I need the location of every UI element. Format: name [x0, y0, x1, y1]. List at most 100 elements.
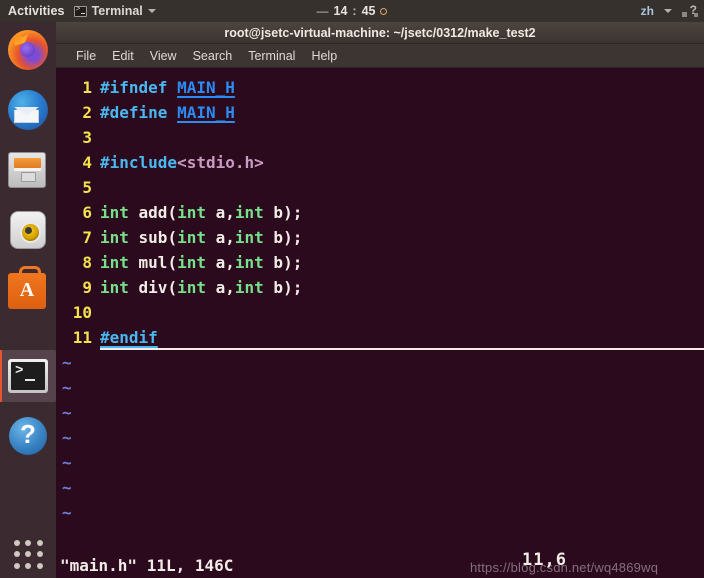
dock-item-thunderbird[interactable]: [8, 90, 48, 130]
code-token: a,: [205, 278, 235, 297]
line-number: 8: [82, 253, 92, 272]
grid-dot: [36, 562, 43, 569]
code-token: int: [234, 278, 264, 297]
menu-bar: File Edit View Search Terminal Help: [56, 44, 704, 68]
code-line: 10: [56, 300, 704, 325]
code-text: int sub(int a,int b);: [100, 225, 302, 250]
vim-text-buffer[interactable]: 1 #ifndef MAIN_H 2 #define MAIN_H 3 4 #include…: [56, 69, 704, 552]
line-number: 3: [82, 128, 92, 147]
terminal-window: root@jsetc-virtual-machine: ~/jsetc/0312…: [56, 22, 704, 578]
files-icon: [8, 152, 46, 188]
code-token: a,: [205, 203, 235, 222]
menu-item-search[interactable]: Search: [185, 47, 241, 65]
code-token: int: [100, 203, 129, 222]
code-text: int div(int a,int b);: [100, 275, 302, 300]
empty-line-marker: ~: [62, 478, 72, 497]
code-text: #ifndef MAIN_H: [100, 75, 235, 100]
menu-item-help[interactable]: Help: [303, 47, 345, 65]
empty-line-marker: ~: [62, 428, 72, 447]
activities-button[interactable]: Activities: [0, 4, 74, 18]
code-text: int add(int a,int b);: [100, 200, 302, 225]
empty-line-marker: ~: [62, 353, 72, 372]
chevron-down-icon: [147, 9, 156, 13]
empty-line-marker: ~: [62, 403, 72, 422]
clock-minutes: 45: [361, 4, 376, 18]
dock-item-files[interactable]: [8, 150, 48, 190]
terminal-icon: [8, 359, 48, 393]
code-token: MAIN_H: [177, 103, 235, 122]
window-title-bar[interactable]: root@jsetc-virtual-machine: ~/jsetc/0312…: [56, 22, 704, 44]
code-line: 3: [56, 125, 704, 150]
code-token: MAIN_H: [177, 78, 235, 97]
line-number: 7: [82, 228, 92, 247]
dock-item-terminal[interactable]: [0, 350, 56, 402]
code-line: 6 int add(int a,int b);: [56, 200, 704, 225]
menu-item-file[interactable]: File: [68, 47, 104, 65]
ubuntu-dock: [0, 22, 56, 578]
dock-item-rhythmbox[interactable]: [8, 210, 48, 250]
grid-dot: [36, 540, 43, 546]
code-token: #include: [100, 153, 178, 172]
code-token: int: [234, 253, 264, 272]
indicator-square-2: [694, 13, 698, 17]
code-line: 4 #include<stdio.h>: [56, 150, 704, 175]
code-token: div(: [128, 278, 178, 297]
code-token: b);: [263, 278, 303, 297]
code-token: int: [234, 203, 264, 222]
cursor-line-highlight: [100, 325, 704, 350]
input-method-label[interactable]: zh: [641, 4, 654, 18]
status-menu-area: zh ?: [641, 0, 698, 22]
thunderbird-icon: [8, 90, 48, 130]
code-token: #ifndef: [100, 78, 178, 97]
app-menu-button[interactable]: Terminal: [73, 4, 156, 18]
code-token: #endif: [100, 328, 158, 347]
app-menu-label: Terminal: [91, 4, 143, 18]
clock-button[interactable]: — 14 : 45: [272, 4, 432, 18]
line-number: 9: [82, 278, 92, 297]
empty-line-marker: ~: [62, 503, 72, 522]
code-text: #include<stdio.h>: [100, 150, 264, 175]
code-token: int: [100, 228, 129, 247]
code-token: #define: [100, 103, 178, 122]
input-method-chevron-down-icon[interactable]: [664, 9, 672, 13]
grid-dot: [14, 540, 20, 546]
line-number: 2: [82, 103, 92, 122]
code-token: b);: [263, 203, 303, 222]
system-indicator-icon[interactable]: ?: [682, 3, 698, 17]
show-applications-button[interactable]: [14, 540, 44, 570]
code-line: 8 int mul(int a,int b);: [56, 250, 704, 275]
line-number: 6: [82, 203, 92, 222]
window-title: root@jsetc-virtual-machine: ~/jsetc/0312…: [224, 25, 536, 40]
code-line: 9 int div(int a,int b);: [56, 275, 704, 300]
code-line: 1 #ifndef MAIN_H: [56, 75, 704, 100]
code-text: #define MAIN_H: [100, 100, 235, 125]
code-token: b);: [263, 253, 303, 272]
menu-item-edit[interactable]: Edit: [104, 47, 142, 65]
dock-item-firefox[interactable]: [8, 30, 48, 70]
code-token: int: [100, 253, 129, 272]
code-token: mul(: [128, 253, 178, 272]
code-text: #endif: [100, 325, 704, 350]
dock-item-ubuntu-software[interactable]: [8, 266, 48, 310]
code-token: int: [234, 228, 264, 247]
code-token: sub(: [128, 228, 178, 247]
code-token: int: [177, 203, 206, 222]
dock-item-help[interactable]: [8, 416, 48, 456]
grid-dot: [25, 540, 32, 546]
code-line: 5: [56, 175, 704, 200]
empty-line-marker: ~: [62, 453, 72, 472]
status-file-info: "main.h" 11L, 146C: [60, 555, 234, 575]
clock-separator: :: [352, 4, 357, 18]
grid-dot: [25, 551, 32, 558]
grid-dot: [25, 562, 32, 569]
ubuntu-software-icon: [8, 266, 46, 309]
clock-dash: —: [316, 4, 329, 18]
clock-hours: 14: [333, 4, 348, 18]
line-number: 5: [82, 178, 92, 197]
code-token: int: [177, 278, 206, 297]
menu-item-terminal[interactable]: Terminal: [240, 47, 303, 65]
code-line: 7 int sub(int a,int b);: [56, 225, 704, 250]
indicator-square-1: [682, 12, 687, 17]
menu-item-view[interactable]: View: [142, 47, 185, 65]
grid-dot: [36, 551, 43, 558]
